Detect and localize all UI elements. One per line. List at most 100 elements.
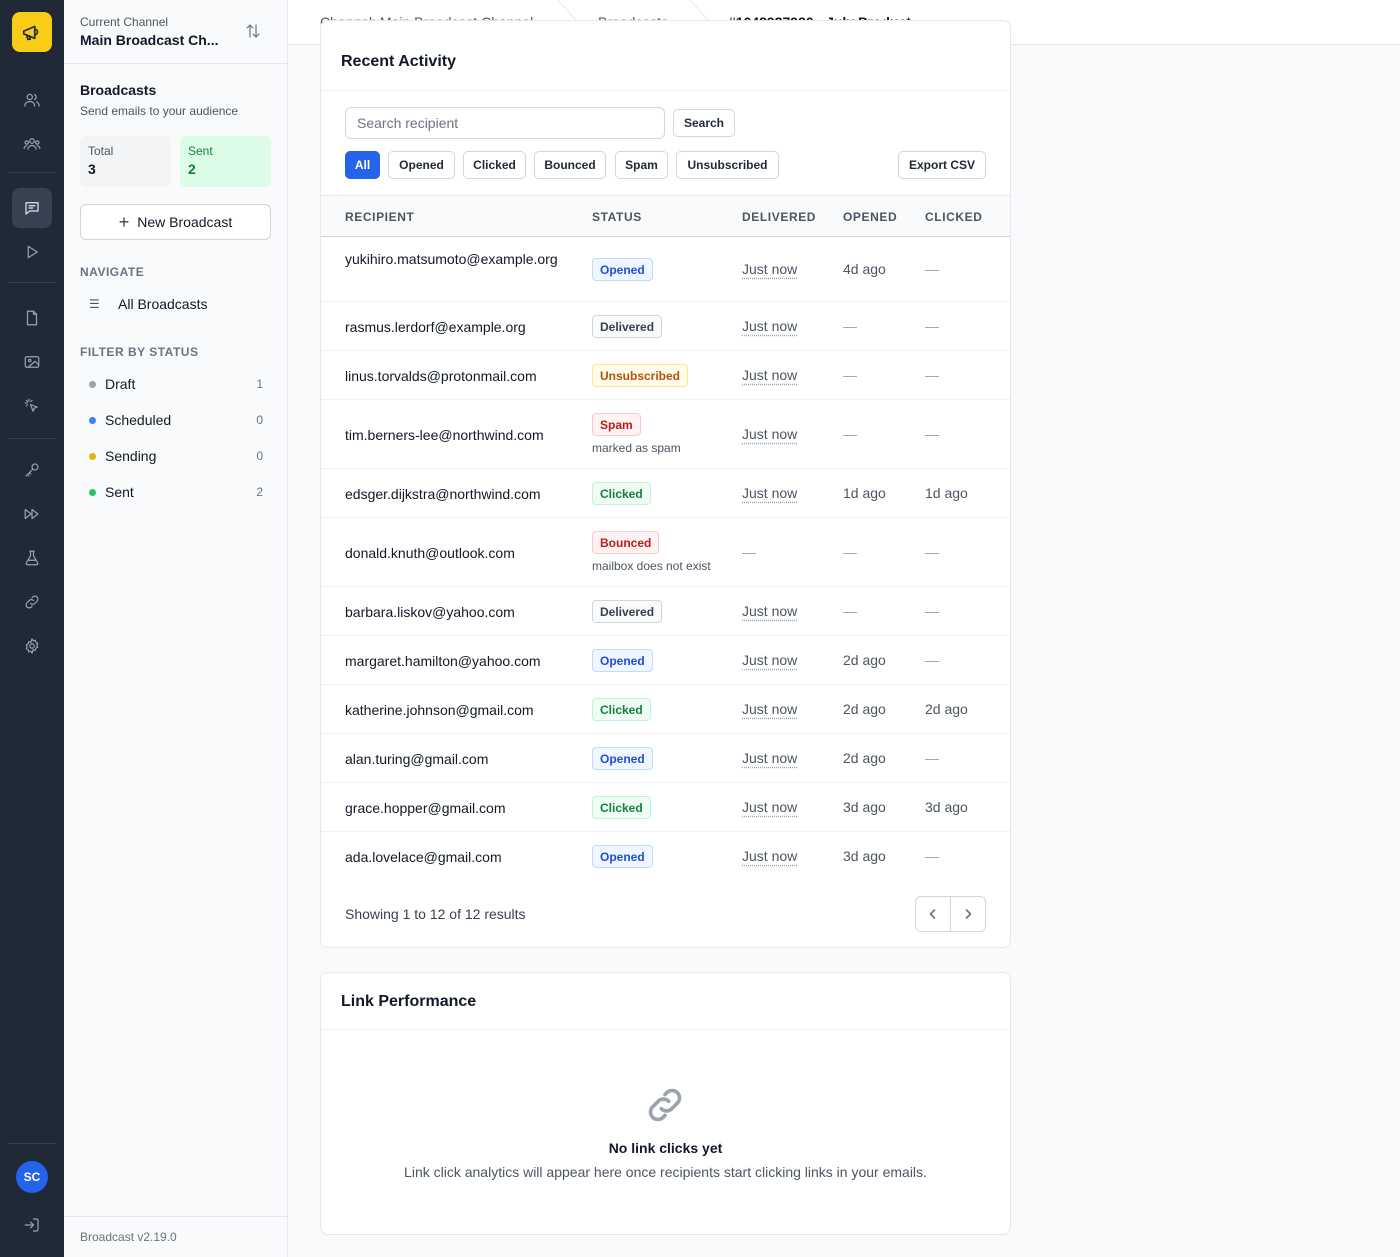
filter-all[interactable]: All	[345, 151, 380, 179]
search-button[interactable]: Search	[673, 109, 735, 137]
table-row[interactable]: grace.hopper@gmail.com Clicked Just now 3d …	[321, 783, 1010, 832]
table-row[interactable]: linus.torvalds@protonmail.com Unsubscribe…	[321, 351, 1010, 400]
export-csv-button[interactable]: Export CSV	[898, 151, 986, 179]
status-dot	[89, 452, 96, 460]
status-reason: mailbox does not exist	[592, 559, 711, 573]
empty-state-description: Link click analytics will appear here on…	[404, 1164, 927, 1180]
status-badge: Clicked	[592, 482, 651, 505]
groups-icon[interactable]	[12, 124, 52, 164]
delivered-cell: Just now	[742, 485, 798, 501]
flask-icon[interactable]	[12, 538, 52, 578]
icon-rail: SC	[0, 0, 64, 1257]
opened-cell: —	[843, 603, 857, 619]
opened-cell: —	[843, 367, 857, 383]
sidebar-footer: Broadcast v2.19.0	[64, 1216, 287, 1257]
table-row[interactable]: yukihiro.matsumoto@example.org Opened Just…	[321, 237, 1010, 302]
cursor-click-icon[interactable]	[12, 386, 52, 426]
plus-icon: +	[118, 212, 130, 232]
channel-name: Main Broadcast Ch...	[80, 32, 219, 48]
document-icon[interactable]	[12, 298, 52, 338]
table-row[interactable]: edsger.dijkstra@northwind.com Clicked Just…	[321, 469, 1010, 518]
logout-icon[interactable]	[12, 1205, 52, 1245]
next-page-button[interactable]	[951, 897, 986, 931]
filter-spam[interactable]: Spam	[615, 151, 668, 179]
user-avatar[interactable]: SC	[16, 1161, 48, 1193]
column-clicked[interactable]: CLICKED	[925, 210, 983, 224]
recipient-email: margaret.hamilton@yahoo.com	[345, 653, 541, 669]
list-icon: ☰	[89, 297, 100, 311]
table-row[interactable]: ada.lovelace@gmail.com Opened Just now 3d a…	[321, 832, 1010, 881]
table-row[interactable]: tim.berners-lee@northwind.com Spam marked …	[321, 400, 1010, 469]
status-filter-sent[interactable]: Sent 2	[80, 478, 271, 506]
new-broadcast-button[interactable]: + New Broadcast	[80, 204, 271, 240]
column-delivered[interactable]: DELIVERED	[742, 210, 816, 224]
status-label: Sent	[105, 484, 134, 500]
broadcasts-icon[interactable]	[12, 188, 52, 228]
empty-state-title: No link clicks yet	[608, 1140, 723, 1156]
key-icon[interactable]	[12, 450, 52, 490]
status-label: Draft	[105, 376, 136, 392]
filter-bounced[interactable]: Bounced	[534, 151, 606, 179]
filter-unsubscribed[interactable]: Unsubscribed	[676, 151, 779, 179]
table-row[interactable]: margaret.hamilton@yahoo.com Opened Just no…	[321, 636, 1010, 685]
total-stat: Total 3	[80, 136, 171, 187]
switch-arrows-icon[interactable]	[244, 22, 266, 44]
status-badge: Bounced	[592, 531, 660, 554]
opened-cell: —	[843, 318, 857, 334]
rail-divider	[8, 438, 56, 439]
rail-divider	[8, 1143, 56, 1144]
table-row[interactable]: alan.turing@gmail.com Opened Just now 2d ag…	[321, 734, 1010, 783]
column-opened[interactable]: OPENED	[843, 210, 897, 224]
column-status[interactable]: STATUS	[592, 210, 642, 224]
table-row[interactable]: donald.knuth@outlook.com Bounced mailbox d…	[321, 518, 1010, 587]
table-row[interactable]: barbara.liskov@yahoo.com Delivered Just no…	[321, 587, 1010, 636]
previous-page-button[interactable]	[916, 897, 951, 931]
status-badge: Opened	[592, 845, 653, 868]
section-subtitle: Send emails to your audience	[80, 104, 239, 118]
card-divider	[321, 1029, 1010, 1030]
nav-all-broadcasts[interactable]: ☰ All Broadcasts	[80, 290, 271, 318]
recipient-email: edsger.dijkstra@northwind.com	[345, 486, 541, 502]
filter-clicked[interactable]: Clicked	[463, 151, 526, 179]
status-count: 1	[256, 377, 263, 391]
status-dot	[89, 416, 96, 424]
delivered-cell: Just now	[742, 701, 798, 717]
opened-cell: 2d ago	[843, 701, 886, 717]
clicked-cell: 3d ago	[925, 799, 968, 815]
delivered-cell: Just now	[742, 652, 798, 668]
status-count: 0	[256, 449, 263, 463]
filter-opened[interactable]: Opened	[388, 151, 455, 179]
recipient-email: barbara.liskov@yahoo.com	[345, 604, 515, 620]
status-filter-draft[interactable]: Draft 1	[80, 370, 271, 398]
gear-icon[interactable]	[12, 626, 52, 666]
megaphone-logo-icon[interactable]	[12, 12, 52, 52]
channel-switcher[interactable]: Current Channel Main Broadcast Ch...	[64, 0, 287, 64]
play-icon[interactable]	[12, 232, 52, 272]
sent-stat: Sent 2	[180, 136, 271, 187]
status-badge: Opened	[592, 258, 653, 281]
rail-divider	[8, 172, 56, 173]
clicked-cell: —	[925, 603, 939, 619]
table-row[interactable]: rasmus.lerdorf@example.org Delivered Just …	[321, 302, 1010, 351]
search-input[interactable]	[345, 107, 665, 139]
link-icon[interactable]	[12, 582, 52, 622]
new-broadcast-label: New Broadcast	[137, 214, 233, 230]
clicked-cell: —	[925, 652, 939, 668]
clicked-cell: 1d ago	[925, 485, 968, 501]
delivered-cell: Just now	[742, 318, 798, 334]
current-channel-label: Current Channel	[80, 15, 169, 29]
column-recipient[interactable]: RECIPIENT	[345, 210, 414, 224]
status-badge: Delivered	[592, 600, 663, 623]
fast-forward-icon[interactable]	[12, 494, 52, 534]
status-filter-sending[interactable]: Sending 0	[80, 442, 271, 470]
image-icon[interactable]	[12, 342, 52, 382]
opened-cell: 1d ago	[843, 485, 886, 501]
recipient-email: linus.torvalds@protonmail.com	[345, 368, 537, 384]
contacts-icon[interactable]	[12, 80, 52, 120]
status-filter-scheduled[interactable]: Scheduled 0	[80, 406, 271, 434]
recipient-email: donald.knuth@outlook.com	[345, 545, 515, 561]
status-badge: Clicked	[592, 698, 651, 721]
version-text: Broadcast v2.19.0	[80, 1230, 177, 1244]
table-row[interactable]: katherine.johnson@gmail.com Clicked Just n…	[321, 685, 1010, 734]
opened-cell: 2d ago	[843, 750, 886, 766]
